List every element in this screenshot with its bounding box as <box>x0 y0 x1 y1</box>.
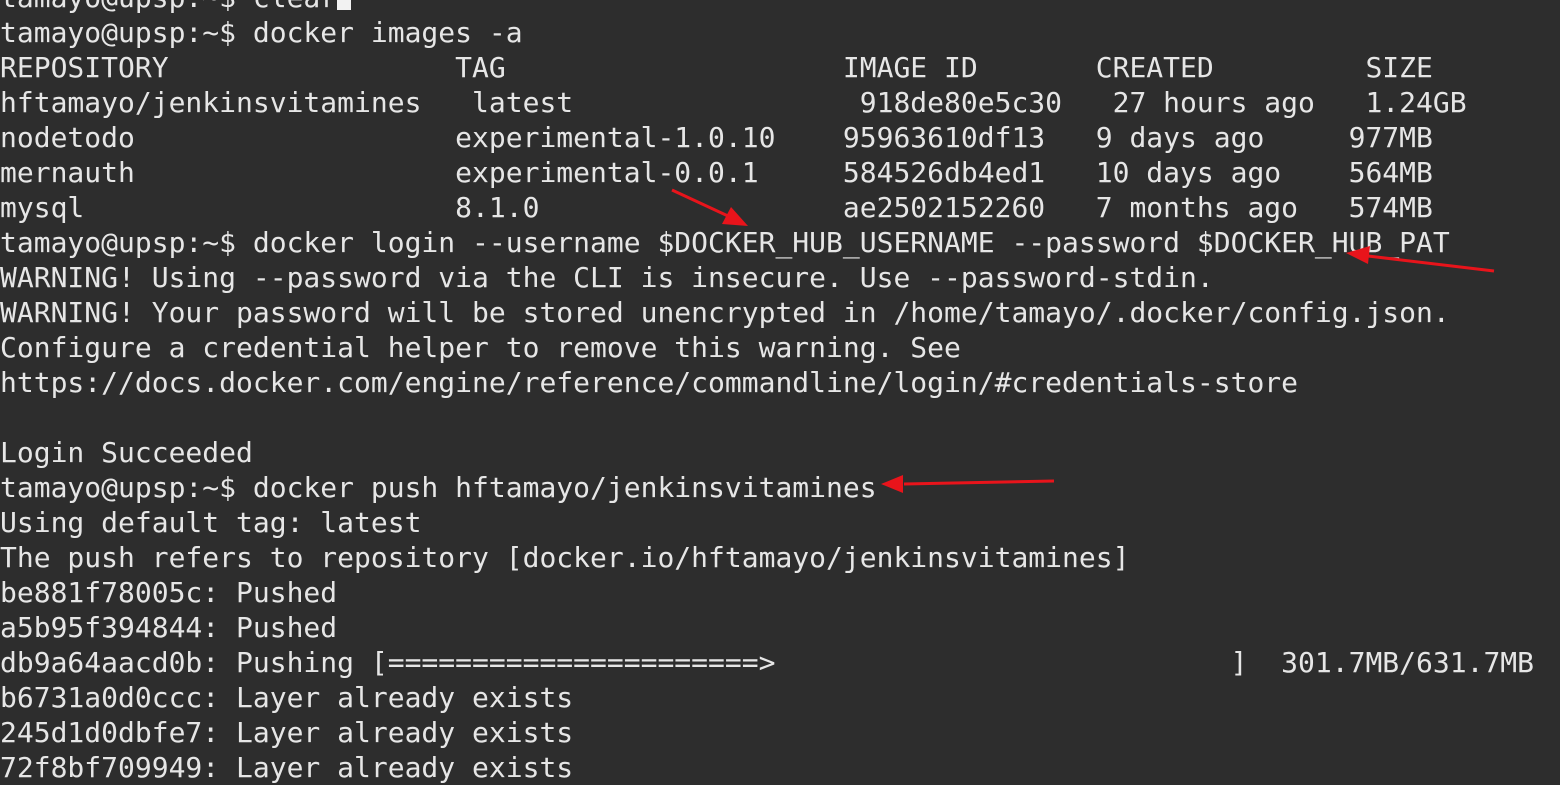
terminal-line-push-command: tamayo@upsp:~$ docker push hftamayo/jenk… <box>0 471 877 504</box>
push-layer-status: a5b95f394844: Pushed <box>0 611 338 644</box>
terminal-line-images-command: tamayo@upsp:~$ docker images -a <box>0 16 523 49</box>
terminal-line-output: Configure a credential helper to remove … <box>0 331 961 364</box>
terminal-line-warning: WARNING! Your password will be stored un… <box>0 296 1450 329</box>
images-table-header: REPOSITORY TAG IMAGE ID CREATED SIZE <box>0 51 1433 84</box>
push-layer-progress: db9a64aacd0b: Pushing [=================… <box>0 646 1535 679</box>
terminal-line-clear-command: tamayo@upsp:~$ clear <box>0 0 1560 15</box>
push-layer-status: b6731a0d0ccc: Layer already exists <box>0 681 574 714</box>
images-table-row: hftamayo/jenkinsvitamines latest 918de80… <box>0 86 1467 119</box>
push-layer-status: 245d1d0dbfe7: Layer already exists <box>0 716 574 749</box>
images-table-row: nodetodo experimental-1.0.10 95963610df1… <box>0 121 1433 154</box>
terminal-line-login-command: tamayo@upsp:~$ docker login --username $… <box>0 226 1450 259</box>
terminal-line-login-result: Login Succeeded <box>0 436 253 469</box>
line-text: tamayo@upsp:~$ clear <box>0 0 337 14</box>
push-layer-status: 72f8bf709949: Layer already exists <box>0 751 574 784</box>
terminal-output[interactable]: tamayo@upsp:~$ clear tamayo@upsp:~$ dock… <box>0 0 1560 785</box>
terminal-line-output: The push refers to repository [docker.io… <box>0 541 1130 574</box>
push-layer-status: be881f78005c: Pushed <box>0 576 338 609</box>
images-table-row: mysql 8.1.0 ae2502152260 7 months ago 57… <box>0 191 1433 224</box>
terminal-line-output: Using default tag: latest <box>0 506 422 539</box>
text-cursor <box>337 0 352 10</box>
terminal-line-warning: WARNING! Using --password via the CLI is… <box>0 261 1214 294</box>
images-table-row: mernauth experimental-0.0.1 584526db4ed1… <box>0 156 1433 189</box>
terminal-line-output: https://docs.docker.com/engine/reference… <box>0 366 1299 399</box>
